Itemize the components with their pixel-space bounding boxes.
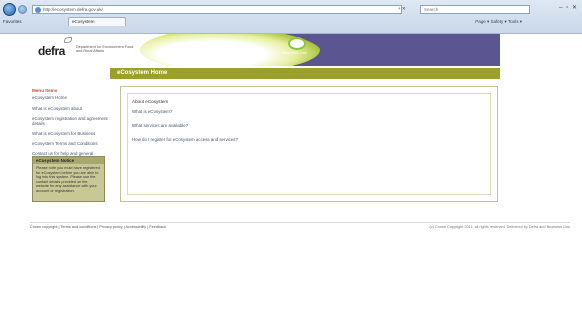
partner-text: Business Link	[283, 51, 307, 55]
back-arrow-icon[interactable]	[3, 3, 16, 16]
refresh-stop-icons[interactable]: + ✕	[398, 6, 406, 12]
sidebar-item-home[interactable]: eCosystem Home	[32, 95, 110, 100]
favorites-button[interactable]: Favorites	[3, 19, 22, 24]
address-text: http://ecosystem.defra.gov.uk/	[43, 7, 103, 12]
browser-tab[interactable]: eCosystem	[68, 17, 126, 26]
window-controls[interactable]: – ▫ ✕	[559, 4, 578, 11]
sidebar-item-terms[interactable]: eCosystem Terms and Conditions	[32, 141, 110, 146]
notice-box: eCosystem Notice Please note you must ha…	[32, 156, 105, 202]
footer-copyright: (c) Crown Copyright 2011, all rights res…	[429, 225, 570, 229]
site-header: defra Department for Environment Food an…	[30, 34, 500, 66]
site-favicon-icon	[35, 7, 41, 13]
tab-row: Favorites eCosystem Page ▾ Safety ▾ Tool…	[0, 17, 582, 33]
page-title: eCosystem Home	[110, 68, 500, 79]
sidebar-item-business[interactable]: What is eCosystem for Business	[32, 131, 110, 136]
content-heading: About eCosystem	[132, 99, 169, 104]
forward-arrow-icon[interactable]	[18, 5, 27, 14]
content-link-what-is[interactable]: What is eCosystem?	[132, 109, 486, 114]
search-input[interactable]: Search	[420, 5, 530, 14]
page-body: eCosystem Home Menu Items eCosystem Home…	[30, 66, 500, 216]
browser-chrome: http://ecosystem.defra.gov.uk/ + ✕ Searc…	[0, 0, 582, 34]
leaf-icon	[64, 37, 72, 43]
content-link-register[interactable]: How do I register for eCosystem access a…	[132, 137, 486, 142]
defra-logo[interactable]: defra	[38, 44, 65, 58]
content-panel: About eCosystem What is eCosystem? What …	[120, 86, 498, 202]
org-name: Department for Environment Food and Rura…	[76, 45, 134, 54]
content-inner: About eCosystem What is eCosystem? What …	[127, 93, 491, 195]
content-link-services[interactable]: What services are available?	[132, 123, 486, 128]
command-bar[interactable]: Page ▾ Safety ▾ Tools ▾	[475, 19, 522, 25]
site-footer: Crown copyright | Terms and conditions |…	[30, 222, 570, 230]
business-link-logo-icon[interactable]	[288, 37, 306, 50]
notice-title: eCosystem Notice	[33, 157, 104, 164]
footer-links[interactable]: Crown copyright | Terms and conditions |…	[30, 223, 166, 231]
sidebar-nav: Menu Items eCosystem Home What is eCosys…	[32, 88, 110, 166]
address-bar[interactable]: http://ecosystem.defra.gov.uk/	[32, 5, 402, 14]
sidebar-item-registration[interactable]: eCosystem registration and agreement det…	[32, 116, 110, 126]
sidebar-section-title: Menu Items	[32, 88, 58, 93]
notice-body: Please note you must have registered for…	[36, 166, 100, 193]
sidebar-item-about[interactable]: What is eCosystem about	[32, 106, 110, 111]
